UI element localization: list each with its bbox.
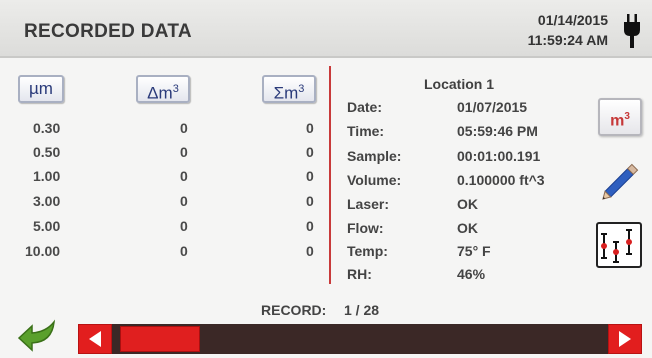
units-sup: 3 [624,111,630,122]
info-value: OK [457,196,478,212]
delta-cell: 0 [180,193,188,209]
scroll-thumb[interactable] [120,326,200,352]
size-cell: 0.30 [33,120,61,136]
info-value: 05:59:46 PM [457,123,538,139]
delta-cell: 0 [180,218,188,234]
sum-cell: 0 [306,218,314,234]
info-value: 00:01:00.191 [457,148,541,164]
info-label: Date: [347,99,383,115]
next-record-button[interactable] [608,324,642,354]
header-date: 01/14/2015 [537,12,608,28]
arrow-left-icon [89,331,101,347]
info-value: 46% [457,266,486,282]
location-title: Location 1 [424,76,495,92]
info-label: Temp: [347,243,388,259]
sum-column-label: Σm [273,83,299,103]
sum-cell: 0 [306,193,314,209]
info-label: Flow: [347,220,384,236]
sum-cell: 0 [306,144,314,160]
delta-cell: 0 [180,168,188,184]
delta-cell: 0 [180,243,188,259]
arrow-right-icon [619,331,631,347]
delta-column-sup: 3 [172,83,179,95]
size-cell: 1.00 [33,168,61,184]
header-bar: RECORDED DATA 01/14/2015 11:59:24 AM [0,0,652,58]
sum-cell: 0 [306,243,314,259]
size-column-label: µm [29,79,53,98]
size-cell: 10.00 [25,243,61,259]
info-value: 75° F [457,243,491,259]
record-value: 1 / 28 [344,302,380,318]
plug-icon [624,14,640,48]
sum-cell: 0 [306,168,314,184]
info-label: Time: [347,123,385,139]
page-title: RECORDED DATA [24,21,192,42]
sum-column-button[interactable]: Σm3 [262,75,316,103]
delta-column-label: Δm [147,83,173,103]
info-label: Sample: [347,148,402,164]
recorded-data-screen: RECORDED DATA 01/14/2015 11:59:24 AM µm … [0,0,652,358]
delta-column-button[interactable]: Δm3 [136,75,190,103]
back-arrow-icon[interactable] [16,318,58,352]
size-cell: 3.00 [33,193,61,209]
header-time: 11:59:24 AM [527,32,608,48]
pencil-icon[interactable] [598,156,646,204]
info-value: 0.100000 ft^3 [457,172,545,188]
size-column-button[interactable]: µm [18,75,64,103]
delta-cell: 0 [180,120,188,136]
size-cell: 0.50 [33,144,61,160]
info-label: RH: [347,266,372,282]
units-button[interactable]: m3 [598,98,642,136]
chart-icon [601,229,632,263]
sum-column-sup: 3 [298,83,305,95]
chart-button[interactable] [596,222,642,268]
units-label: m [610,112,625,130]
previous-record-button[interactable] [78,324,112,354]
column-divider [329,66,331,284]
delta-cell: 0 [180,144,188,160]
size-cell: 5.00 [33,218,61,234]
info-label: Laser: [347,196,390,212]
info-value: OK [457,220,478,236]
sum-cell: 0 [306,120,314,136]
info-label: Volume: [347,172,402,188]
record-label: RECORD: [261,302,327,318]
info-value: 01/07/2015 [457,99,528,115]
